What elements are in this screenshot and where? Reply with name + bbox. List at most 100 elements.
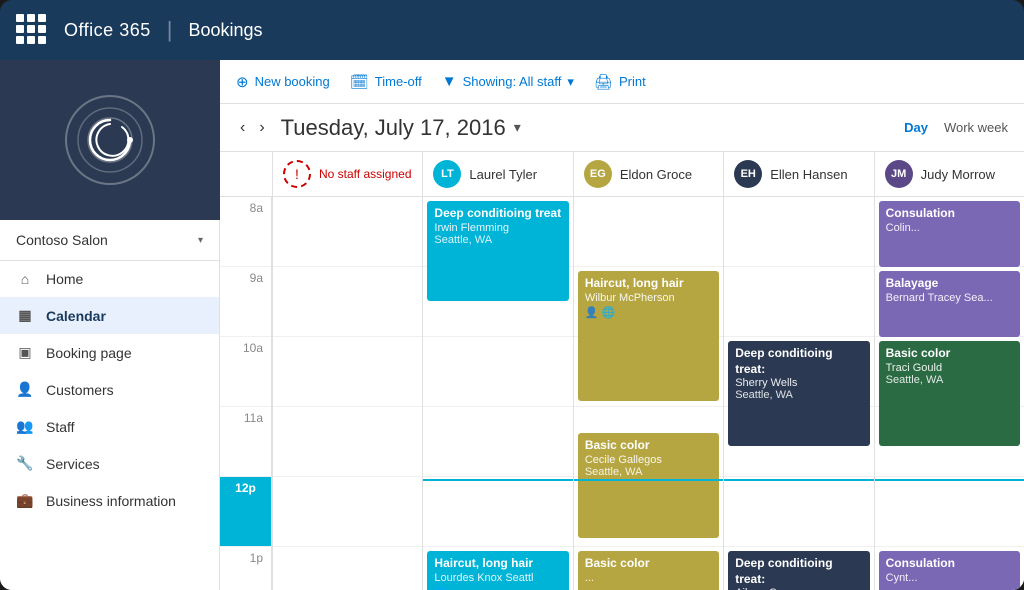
unassigned-label: No staff assigned — [319, 167, 412, 181]
print-icon: 🖨 — [594, 73, 613, 91]
filter-icon: ▼ — [442, 73, 457, 90]
logo-circle — [65, 95, 155, 185]
nav-label-business: Business information — [46, 493, 176, 509]
booking-page-icon: ▣ — [16, 344, 34, 361]
filter-dropdown-icon: ▾ — [567, 74, 574, 90]
staff-col-eldon: EG Eldon Groce — [573, 152, 723, 196]
time-col-header — [220, 152, 272, 196]
staff-label-eldon: Eldon Groce — [620, 167, 692, 182]
grid-col-laurel: Deep conditioing treat Irwin Flemming Se… — [422, 197, 572, 590]
time-off-button[interactable]: 🗓 Time-off — [350, 73, 422, 91]
appt-judy-balayage[interactable]: Balayage Bernard Tracey Sea... — [879, 271, 1020, 337]
top-bar: Office 365 | Bookings — [0, 0, 1024, 60]
avatar-judy: JM — [885, 160, 913, 188]
avatar-laurel: LT — [433, 160, 461, 188]
main-content: Contoso Salon ▾ ⌂ Home ▦ Calendar ▣ Book… — [0, 60, 1024, 590]
sidebar-item-home[interactable]: ⌂ Home — [0, 261, 219, 297]
view-toggle: Day Work week — [904, 120, 1008, 135]
date-dropdown-icon[interactable]: ▾ — [514, 119, 521, 136]
sidebar-nav: ⌂ Home ▦ Calendar ▣ Booking page 👤 Custo… — [0, 261, 219, 519]
app-title: Bookings — [188, 20, 262, 41]
nav-label-staff: Staff — [46, 419, 75, 435]
avatar-ellen: EH — [734, 160, 762, 188]
prev-date-button[interactable]: ‹ — [236, 117, 249, 139]
plus-circle-icon: ⊕ — [236, 73, 249, 91]
grid-col-ellen: Deep conditioing treat: Sherry Wells Sea… — [723, 197, 873, 590]
new-booking-label: New booking — [255, 74, 330, 89]
nav-label-booking: Booking page — [46, 345, 132, 361]
current-time-line-judy — [875, 479, 1024, 481]
appt-judy-consulation-8a[interactable]: Consulation Colin... — [879, 201, 1020, 267]
time-slot-12p: 12p — [220, 477, 271, 547]
staff-col-unassigned: ! No staff assigned — [272, 152, 422, 196]
sidebar-item-calendar[interactable]: ▦ Calendar — [0, 297, 219, 334]
sidebar-item-business-info[interactable]: 💼 Business information — [0, 482, 219, 519]
toolbar: ⊕ New booking 🗓 Time-off ▼ Showing: All … — [220, 60, 1024, 104]
day-view-button[interactable]: Day — [904, 120, 928, 135]
staff-columns-header: ! No staff assigned LT Laurel Tyler EG E… — [272, 152, 1024, 196]
time-off-icon: 🗓 — [350, 73, 369, 91]
sidebar-item-staff[interactable]: 👥 Staff — [0, 408, 219, 445]
appt-judy-basic-color[interactable]: Basic color Traci Gould Seattle, WA — [879, 341, 1020, 446]
avatar-eldon: EG — [584, 160, 612, 188]
filter-label: Showing: All staff — [463, 74, 562, 89]
nav-label-home: Home — [46, 271, 83, 287]
date-nav-arrows: ‹ › — [236, 117, 269, 139]
appt-judy-consulation-1p[interactable]: Consulation Cynt... — [879, 551, 1020, 590]
filter-button[interactable]: ▼ Showing: All staff ▾ — [442, 73, 574, 90]
sidebar-item-booking-page[interactable]: ▣ Booking page — [0, 334, 219, 371]
appt-laurel-haircut-1p[interactable]: Haircut, long hair Lourdes Knox Seattl 🌐 — [427, 551, 568, 590]
calendar-date-title: Tuesday, July 17, 2016 ▾ — [281, 115, 904, 141]
office-title: Office 365 — [64, 20, 151, 41]
staff-col-ellen: EH Ellen Hansen — [723, 152, 873, 196]
workweek-view-button[interactable]: Work week — [944, 120, 1008, 135]
home-icon: ⌂ — [16, 271, 34, 287]
nav-label-services: Services — [46, 456, 100, 472]
time-slot-10a: 10a — [220, 337, 271, 407]
customers-icon: 👤 — [16, 381, 34, 398]
time-column: 8a 9a 10a 11a 12p 1p 2p — [220, 197, 272, 590]
business-info-icon: 💼 — [16, 492, 34, 509]
grid-col-judy: Consulation Colin... Balayage Bernard Tr… — [874, 197, 1024, 590]
new-booking-button[interactable]: ⊕ New booking — [236, 73, 330, 91]
appt-eldon-basic-color[interactable]: Basic color Cecile Gallegos Seattle, WA — [578, 433, 719, 538]
calendar-grid: 8a 9a 10a 11a 12p 1p 2p — [220, 197, 1024, 590]
time-slot-8a: 8a — [220, 197, 271, 267]
services-icon: 🔧 — [16, 455, 34, 472]
salon-name: Contoso Salon — [16, 232, 108, 248]
staff-header: ! No staff assigned LT Laurel Tyler EG E… — [220, 152, 1024, 197]
appt-ellen-deep-conditioning[interactable]: Deep conditioing treat: Sherry Wells Sea… — [728, 341, 869, 446]
print-button[interactable]: 🖨 Print — [594, 73, 646, 91]
staff-label-judy: Judy Morrow — [921, 167, 995, 182]
time-slot-9a: 9a — [220, 267, 271, 337]
unassigned-icon: ! — [283, 160, 311, 188]
current-time-line-ellen — [724, 479, 873, 481]
time-slot-1p: 1p — [220, 547, 271, 590]
staff-icon: 👥 — [16, 418, 34, 435]
sidebar: Contoso Salon ▾ ⌂ Home ▦ Calendar ▣ Book… — [0, 60, 220, 590]
grid-columns: Deep conditioing treat Irwin Flemming Se… — [272, 197, 1024, 590]
date-text: Tuesday, July 17, 2016 — [281, 115, 506, 141]
salon-dropdown-icon: ▾ — [198, 235, 203, 246]
top-bar-divider: | — [167, 17, 173, 43]
staff-label-laurel: Laurel Tyler — [469, 167, 537, 182]
appt-eldon-haircut-9a[interactable]: Haircut, long hair Wilbur McPherson 👤 🌐 — [578, 271, 719, 401]
appt-ellen-deep-1p[interactable]: Deep conditioing treat: Aileen Crane Sea… — [728, 551, 869, 590]
grid-col-unassigned — [272, 197, 422, 590]
current-time-line-eldon — [574, 479, 723, 481]
nav-label-customers: Customers — [46, 382, 114, 398]
next-date-button[interactable]: › — [255, 117, 268, 139]
waffle-icon[interactable] — [16, 14, 48, 46]
sidebar-item-customers[interactable]: 👤 Customers — [0, 371, 219, 408]
appt-eldon-basic-1p[interactable]: Basic color ... — [578, 551, 719, 590]
salon-name-row[interactable]: Contoso Salon ▾ — [0, 220, 219, 261]
sidebar-item-services[interactable]: 🔧 Services — [0, 445, 219, 482]
staff-label-ellen: Ellen Hansen — [770, 167, 847, 182]
calendar-area: ⊕ New booking 🗓 Time-off ▼ Showing: All … — [220, 60, 1024, 590]
nav-label-calendar: Calendar — [46, 308, 106, 324]
grid-col-eldon: Haircut, long hair Wilbur McPherson 👤 🌐 … — [573, 197, 723, 590]
time-off-label: Time-off — [375, 74, 422, 89]
calendar-icon: ▦ — [16, 307, 34, 324]
time-slot-11a: 11a — [220, 407, 271, 477]
appt-laurel-deep-conditioning[interactable]: Deep conditioing treat Irwin Flemming Se… — [427, 201, 568, 301]
